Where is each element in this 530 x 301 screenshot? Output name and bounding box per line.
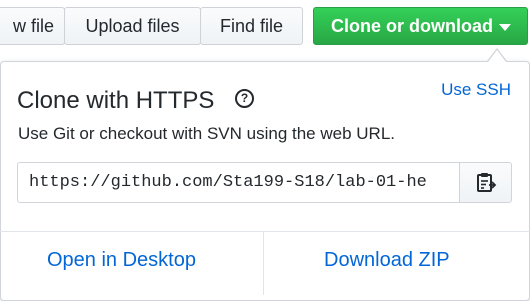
clone-url-input[interactable]: https://github.com/Sta199-S18/lab-01-he	[17, 162, 460, 203]
download-zip-link[interactable]: Download ZIP	[324, 249, 450, 272]
clone-button-label: Clone or download	[331, 16, 493, 36]
copy-url-button[interactable]	[459, 162, 512, 203]
open-in-desktop-link[interactable]: Open in Desktop	[47, 249, 196, 272]
clone-or-download-button[interactable]: Clone or download	[313, 7, 528, 45]
caret-down-icon	[499, 24, 511, 31]
file-toolbar: w file Upload files Find file Clone or d…	[0, 0, 530, 52]
upload-files-button[interactable]: Upload files	[64, 7, 201, 45]
footer-divider	[263, 232, 264, 295]
popover-footer: Open in Desktop Download ZIP	[0, 231, 530, 295]
clone-heading: Clone with HTTPS	[17, 87, 215, 114]
use-ssh-link[interactable]: Use SSH	[441, 80, 511, 100]
question-icon[interactable]: ?	[235, 89, 254, 108]
clone-description: Use Git or checkout with SVN using the w…	[18, 124, 395, 143]
clipboard-icon	[477, 173, 497, 192]
find-file-button[interactable]: Find file	[200, 7, 303, 45]
popover-pointer-fill	[488, 50, 506, 62]
new-file-button[interactable]: w file	[0, 7, 65, 45]
